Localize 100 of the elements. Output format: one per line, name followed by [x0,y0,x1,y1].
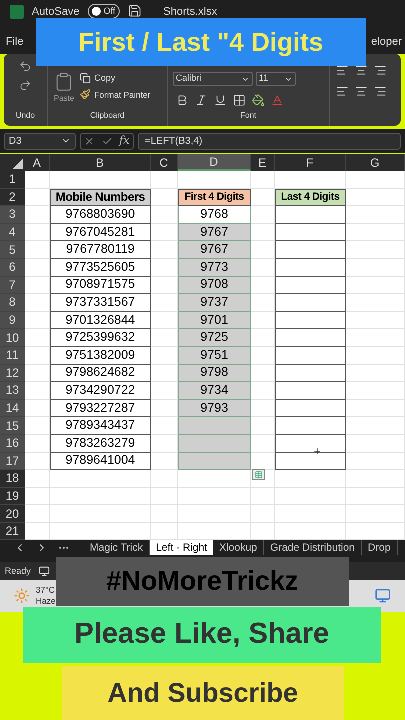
row-header[interactable]: 19 [0,488,25,506]
cancel-icon[interactable] [84,136,96,146]
status-text: Ready [5,564,32,578]
table-cell: 9798 [178,364,251,382]
weather-condition: Haze [36,596,56,608]
table-cell: 9751382009 [50,346,151,365]
table-cell [275,276,346,294]
row-header[interactable]: 13 [0,382,25,400]
file-name[interactable]: Shorts.xlsx [164,4,218,20]
row-header[interactable]: 14 [0,400,25,418]
group-label: Clipboard [90,110,125,122]
row-header[interactable]: 1 [0,171,25,189]
table-cell: 9783263279 [50,434,151,452]
align-center-icon[interactable] [355,85,368,98]
sheet-tab[interactable]: Xlookup [213,540,264,556]
italic-icon[interactable] [195,94,208,106]
copy-button[interactable]: Copy [80,72,151,86]
align-middle-icon[interactable] [355,64,368,77]
table-cell: 9734290722 [50,382,151,400]
table-cell [275,452,346,470]
table-cell [275,329,346,347]
table-cell: 9768 [178,206,251,224]
table-cell: 9789641004 [50,452,151,470]
underline-icon[interactable] [214,94,227,106]
name-box[interactable]: D3 [4,132,76,150]
table-cell: 9708 [178,276,251,294]
table-cell: 9773525605 [50,258,151,277]
font-color-icon[interactable] [271,94,284,106]
table-cell: 9798624682 [50,364,151,382]
header-cell: Mobile Numbers [50,188,151,206]
table-cell [275,224,346,242]
row-header[interactable]: 12 [0,364,25,382]
undo-icon[interactable] [19,60,32,73]
sheet-tab[interactable]: Grade Distribution [264,540,362,556]
row-header[interactable]: 8 [0,294,25,312]
table-cell [275,258,346,277]
row-header[interactable]: 10 [0,329,25,347]
subscribe-banner: And Subscribe [62,666,344,720]
table-cell: 9767 [178,224,251,242]
row-header[interactable]: 17 [0,452,25,470]
ribbon-tab[interactable]: eloper [371,34,402,50]
align-bottom-icon[interactable] [374,64,387,77]
align-left-icon[interactable] [336,85,349,98]
row-header[interactable]: 6 [0,258,25,277]
enter-icon[interactable] [102,136,113,146]
sheet-tab[interactable]: Left - Right [150,540,214,556]
row-header[interactable]: 20 [0,505,25,523]
table-cell: 9768803690 [50,206,151,224]
title-banner: First / Last "4 Digits [36,18,366,66]
align-right-icon[interactable] [374,85,387,98]
paste-button[interactable]: Paste [54,93,74,105]
header-cell: First 4 Digits [178,188,251,206]
bold-icon[interactable] [176,94,189,106]
row-header[interactable]: 5 [0,241,25,259]
table-cell: 9767 [178,241,251,259]
sheet-tab[interactable]: Drop [362,540,398,556]
ribbon-tab[interactable]: File [6,34,24,50]
font-name-field[interactable]: Calibri [173,72,253,86]
autosave-label: AutoSave [32,5,80,20]
table-cell: 9734 [178,382,251,400]
save-icon[interactable] [128,4,142,18]
table-cell: 9793227287 [50,400,151,418]
table-cell [275,294,346,312]
table-cell [275,241,346,259]
borders-icon[interactable] [233,94,246,106]
row-header[interactable]: 2 [0,188,25,206]
align-top-icon[interactable] [336,64,349,77]
fill-color-icon[interactable] [252,94,265,106]
redo-icon[interactable] [19,79,32,92]
row-header[interactable]: 18 [0,470,25,488]
table-cell: 9725399632 [50,329,151,347]
formula-field[interactable]: =LEFT(B3,4) [138,132,401,150]
row-header[interactable]: 15 [0,417,25,435]
table-cell: 9767045281 [50,224,151,242]
desktop-icon[interactable] [375,588,391,604]
quick-analysis-icon[interactable] [252,469,265,480]
row-header[interactable]: 9 [0,312,25,330]
table-cell: 9737331567 [50,294,151,312]
table-cell [275,434,346,452]
table-cell: 9789343437 [50,417,151,435]
table-cell [275,312,346,330]
format-painter-button[interactable]: Format Painter [80,88,151,102]
table-cell [275,400,346,418]
table-cell: 9737 [178,294,251,312]
table-cell [275,206,346,224]
row-header[interactable]: 7 [0,276,25,294]
table-cell [275,382,346,400]
group-label: Font [240,110,256,122]
row-header[interactable]: 11 [0,346,25,365]
table-cell: 9701326844 [50,312,151,330]
table-cell: 9751 [178,346,251,365]
font-size-field[interactable]: 11 [256,72,296,86]
row-header[interactable]: 21 [0,522,25,540]
row-header[interactable]: 4 [0,224,25,242]
row-header[interactable]: 3 [0,206,25,224]
group-label: Undo [16,110,36,122]
cursor-icon [313,447,322,456]
column-header[interactable]: D [178,154,251,171]
row-header[interactable]: 16 [0,434,25,452]
table-cell: 9793 [178,400,251,418]
